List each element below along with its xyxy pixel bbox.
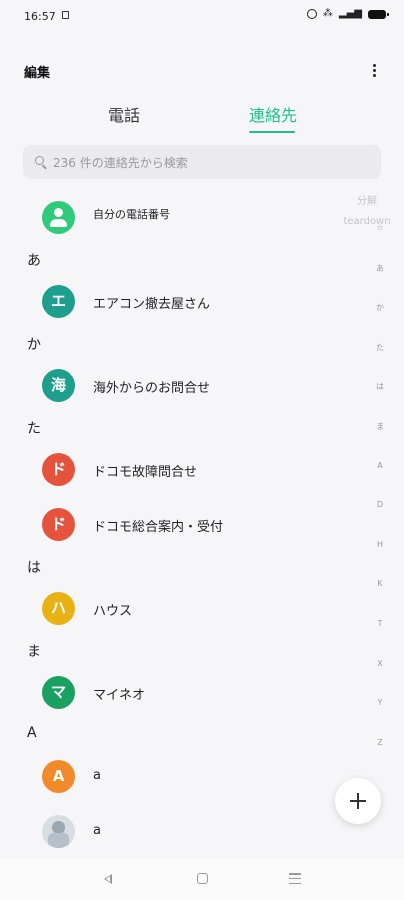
- contact-name: マイネオ: [93, 688, 146, 703]
- battery-icon: [368, 9, 389, 19]
- contact-avatar: ド: [42, 508, 75, 541]
- add-contact-button[interactable]: [335, 778, 381, 824]
- contact-avatar: ド: [42, 453, 75, 486]
- contact-row[interactable]: 海 海外からのお問合せ: [0, 369, 330, 419]
- contact-name: 海外からのお問合せ: [93, 381, 211, 396]
- index-item[interactable]: T: [370, 619, 390, 628]
- contact-avatar: マ: [42, 676, 75, 709]
- section-header: ま: [27, 644, 41, 660]
- contact-row[interactable]: ド ドコモ故障問合せ: [0, 453, 330, 503]
- index-item[interactable]: Y: [370, 698, 390, 707]
- contact-row[interactable]: マ マイネオ: [0, 676, 330, 726]
- section-header: は: [27, 560, 41, 576]
- section-header: あ: [27, 253, 41, 269]
- contact-row[interactable]: エ エアコン撤去屋さん: [0, 285, 330, 335]
- index-item[interactable]: A: [370, 461, 390, 470]
- contact-row[interactable]: A a: [0, 760, 330, 810]
- recents-icon[interactable]: [289, 873, 301, 884]
- section-header: た: [27, 421, 41, 437]
- contact-avatar: 海: [42, 369, 75, 402]
- contact-name: エアコン撤去屋さん: [93, 297, 211, 312]
- index-item[interactable]: た: [370, 342, 390, 353]
- index-item[interactable]: X: [370, 659, 390, 668]
- contact-row[interactable]: ド ドコモ総合案内・受付: [0, 508, 330, 558]
- index-item[interactable]: あ: [370, 263, 390, 274]
- status-time: 16:57: [24, 10, 56, 23]
- contact-name: ハウス: [93, 604, 133, 619]
- index-item[interactable]: D: [370, 500, 390, 509]
- search-icon: [35, 156, 44, 165]
- index-item[interactable]: は: [370, 381, 390, 392]
- contact-name: a: [93, 823, 101, 838]
- home-icon[interactable]: [197, 873, 208, 884]
- tab-contacts[interactable]: 連絡先: [249, 102, 297, 126]
- back-icon[interactable]: [104, 874, 112, 884]
- my-number-label: 自分の電話番号: [93, 208, 170, 221]
- section-header: A: [27, 725, 37, 741]
- alarm-icon: [306, 9, 317, 19]
- sim-icon: [62, 11, 69, 19]
- contact-photo-avatar: [42, 815, 75, 848]
- more-options-icon[interactable]: [366, 58, 382, 82]
- navigation-bar: [0, 858, 404, 900]
- index-item[interactable]: ま: [370, 421, 390, 432]
- contact-name: a: [93, 768, 101, 783]
- contact-avatar: ハ: [42, 592, 75, 625]
- index-item[interactable]: H: [370, 540, 390, 549]
- index-item[interactable]: Z: [370, 738, 390, 747]
- index-item[interactable]: ☆: [370, 223, 390, 232]
- signal-icon: ▂▄▆: [338, 8, 362, 19]
- index-item[interactable]: K: [370, 579, 390, 588]
- my-number-row[interactable]: 自分の電話番号: [0, 201, 330, 251]
- status-bar: 16:57 ⁂ ▂▄▆: [0, 0, 404, 36]
- contact-name: ドコモ故障問合せ: [93, 465, 198, 480]
- person-icon: [42, 201, 75, 234]
- contact-row[interactable]: ハ ハウス: [0, 592, 330, 642]
- search-input[interactable]: 236 件の連絡先から検索: [23, 145, 381, 179]
- status-icons: ⁂ ▂▄▆: [306, 8, 389, 19]
- contact-name: ドコモ総合案内・受付: [93, 520, 224, 535]
- search-placeholder: 236 件の連絡先から検索: [53, 156, 188, 170]
- contact-avatar: エ: [42, 285, 75, 318]
- active-tab-indicator: [249, 131, 295, 133]
- vibrate-icon: ⁂: [322, 8, 333, 19]
- section-header: か: [27, 337, 41, 353]
- contact-avatar: A: [42, 760, 75, 793]
- edit-button[interactable]: 編集: [24, 62, 50, 81]
- tab-phone[interactable]: 電話: [108, 102, 140, 126]
- index-item[interactable]: か: [370, 302, 390, 313]
